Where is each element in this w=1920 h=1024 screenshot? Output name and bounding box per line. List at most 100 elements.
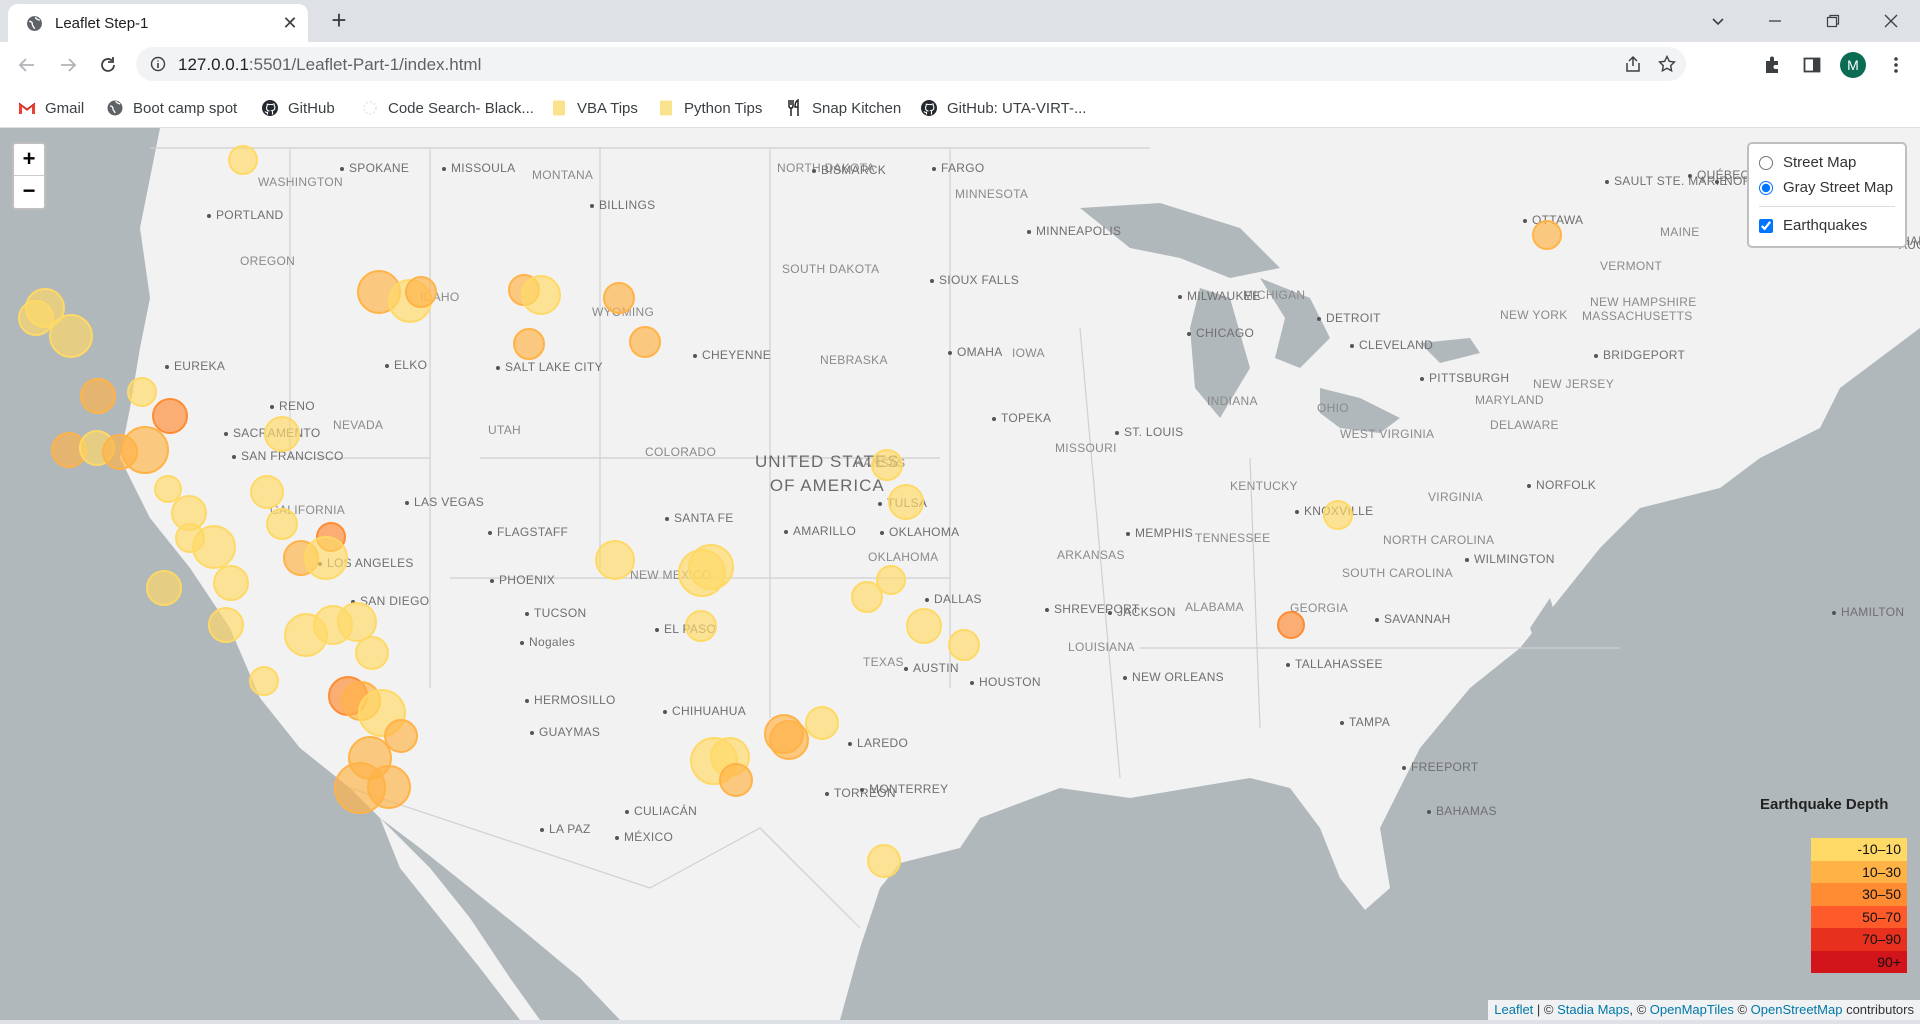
- bookmark-gmail[interactable]: Gmail: [18, 97, 84, 119]
- browser-tab[interactable]: Leaflet Step-1 ✕: [8, 4, 308, 42]
- extensions-icon[interactable]: [1762, 55, 1782, 75]
- city-label-oklahoma: OKLAHOMA: [880, 525, 959, 539]
- earthquake-marker[interactable]: [405, 276, 437, 308]
- earthquake-marker[interactable]: [769, 720, 809, 760]
- leaflet-link[interactable]: Leaflet: [1494, 1002, 1533, 1017]
- zoom-out-button[interactable]: −: [14, 176, 44, 208]
- leaflet-map[interactable]: UNITED STATES OF AMERICA WASHINGTON OREGON…: [0, 128, 1920, 1020]
- state-label-washington: WASHINGTON: [258, 175, 344, 189]
- earthquake-marker[interactable]: [304, 536, 348, 580]
- earthquake-marker[interactable]: [1277, 611, 1305, 639]
- earthquake-marker[interactable]: [1532, 220, 1562, 250]
- earthquake-marker[interactable]: [266, 508, 298, 540]
- city-label-memphis: MEMPHIS: [1126, 526, 1193, 540]
- new-tab-button[interactable]: +: [325, 7, 353, 35]
- earthquake-marker[interactable]: [888, 484, 924, 520]
- earthquake-marker[interactable]: [127, 377, 157, 407]
- earthquakes-checkbox[interactable]: [1759, 218, 1773, 233]
- openmaptiles-link[interactable]: OpenMapTiles: [1650, 1002, 1734, 1017]
- earthquake-marker[interactable]: [228, 145, 258, 175]
- layer-separator: [1759, 206, 1895, 207]
- reload-button[interactable]: [94, 51, 122, 79]
- bookmark-github[interactable]: GitHub: [261, 97, 335, 119]
- layer-street-map[interactable]: Street Map: [1759, 150, 1895, 175]
- earthquake-marker[interactable]: [355, 636, 389, 670]
- share-icon[interactable]: [1624, 55, 1642, 73]
- close-tab-icon[interactable]: ✕: [280, 13, 300, 33]
- bookmark-python-tips[interactable]: Python Tips: [657, 97, 762, 119]
- city-label-hermosillo: HERMOSILLO: [525, 693, 616, 707]
- earthquake-marker[interactable]: [876, 565, 906, 595]
- earthquake-marker[interactable]: [121, 426, 169, 474]
- city-label-jackson: JACKSON: [1108, 605, 1176, 619]
- earthquake-marker[interactable]: [208, 607, 244, 643]
- openstreetmap-link[interactable]: OpenStreetMap: [1751, 1002, 1843, 1017]
- earthquake-marker[interactable]: [603, 282, 635, 314]
- gray-street-map-radio[interactable]: [1759, 180, 1773, 195]
- bookmark-code-search[interactable]: Code Search- Black...: [361, 97, 534, 119]
- depth-legend: -10–10 10–30 30–50 50–70 70–90 90+: [1811, 838, 1907, 973]
- earthquake-marker[interactable]: [80, 378, 116, 414]
- earthquake-marker[interactable]: [334, 762, 386, 814]
- bookmark-star-icon[interactable]: [1658, 55, 1676, 73]
- earthquake-marker[interactable]: [264, 416, 300, 452]
- city-label-houston: HOUSTON: [970, 675, 1041, 689]
- earthquake-marker[interactable]: [146, 570, 182, 606]
- earthquake-marker[interactable]: [871, 449, 903, 481]
- side-panel-icon[interactable]: [1802, 55, 1822, 75]
- menu-kebab-icon[interactable]: [1886, 55, 1906, 75]
- forward-button[interactable]: [54, 51, 82, 79]
- earthquake-marker[interactable]: [513, 328, 545, 360]
- earthquake-marker[interactable]: [719, 763, 753, 797]
- bookmark-snap-kitchen[interactable]: Snap Kitchen: [785, 97, 901, 119]
- minimize-button[interactable]: [1752, 4, 1798, 36]
- state-label-nebraska: NEBRASKA: [820, 353, 888, 367]
- earthquake-marker[interactable]: [688, 544, 734, 590]
- city-label-monterrey: MONTERREY: [860, 782, 948, 796]
- earthquake-marker[interactable]: [25, 288, 65, 328]
- earthquake-marker[interactable]: [521, 275, 561, 315]
- layer-gray-street-map[interactable]: Gray Street Map: [1759, 175, 1895, 200]
- github-icon: [921, 100, 937, 116]
- earthquake-marker[interactable]: [249, 666, 279, 696]
- map-attribution: Leaflet | © Stadia Maps, © OpenMapTiles …: [1488, 1000, 1920, 1020]
- tab-search-icon[interactable]: [1695, 4, 1741, 36]
- state-label-south-dakota: SOUTH DAKOTA: [782, 262, 880, 276]
- earthquake-marker[interactable]: [685, 610, 717, 642]
- state-label-alabama: ALABAMA: [1185, 600, 1244, 614]
- profile-avatar[interactable]: M: [1840, 52, 1866, 78]
- address-bar[interactable]: 127.0.0.1:5501/Leaflet-Part-1/index.html: [136, 47, 1686, 81]
- back-button[interactable]: [13, 51, 41, 79]
- restore-button[interactable]: [1810, 4, 1856, 36]
- bookmark-boot-camp-spot[interactable]: Boot camp spot: [106, 97, 237, 119]
- earthquake-marker[interactable]: [213, 565, 249, 601]
- layer-earthquakes[interactable]: Earthquakes: [1759, 213, 1895, 238]
- earthquake-marker[interactable]: [250, 475, 284, 509]
- browser-toolbar: 127.0.0.1:5501/Leaflet-Part-1/index.html…: [0, 42, 1920, 88]
- zoom-in-button[interactable]: +: [14, 144, 44, 176]
- bookmark-vba-tips[interactable]: VBA Tips: [550, 97, 638, 119]
- street-map-radio[interactable]: [1759, 155, 1773, 170]
- earthquake-marker[interactable]: [1323, 500, 1353, 530]
- stadia-link[interactable]: Stadia Maps: [1557, 1002, 1629, 1017]
- earthquake-marker[interactable]: [906, 608, 942, 644]
- earthquake-marker[interactable]: [175, 523, 205, 553]
- city-label-norfolk: NORFOLK: [1527, 478, 1596, 492]
- earthquake-marker[interactable]: [629, 326, 661, 358]
- title-bar: Leaflet Step-1 ✕ +: [0, 0, 1920, 42]
- bookmark-github-uta[interactable]: GitHub: UTA-VIRT-...: [920, 97, 1086, 119]
- city-label-pittsburgh: PITTSBURGH: [1420, 371, 1509, 385]
- city-label-san-francisco: SAN FRANCISCO: [232, 449, 344, 463]
- city-label-tallahassee: TALLAHASSEE: [1286, 657, 1383, 671]
- legend-item: -10–10: [1811, 838, 1907, 861]
- earthquake-marker[interactable]: [948, 629, 980, 661]
- github-icon: [262, 100, 278, 116]
- earthquake-marker[interactable]: [867, 844, 901, 878]
- earthquake-marker[interactable]: [805, 706, 839, 740]
- earthquake-marker[interactable]: [595, 540, 635, 580]
- site-info-icon[interactable]: [150, 56, 166, 72]
- url-text[interactable]: 127.0.0.1:5501/Leaflet-Part-1/index.html: [178, 55, 481, 75]
- city-label-omaha: OMAHA: [948, 345, 1003, 359]
- state-label-indiana: INDIANA: [1207, 394, 1258, 408]
- close-window-button[interactable]: [1868, 4, 1914, 36]
